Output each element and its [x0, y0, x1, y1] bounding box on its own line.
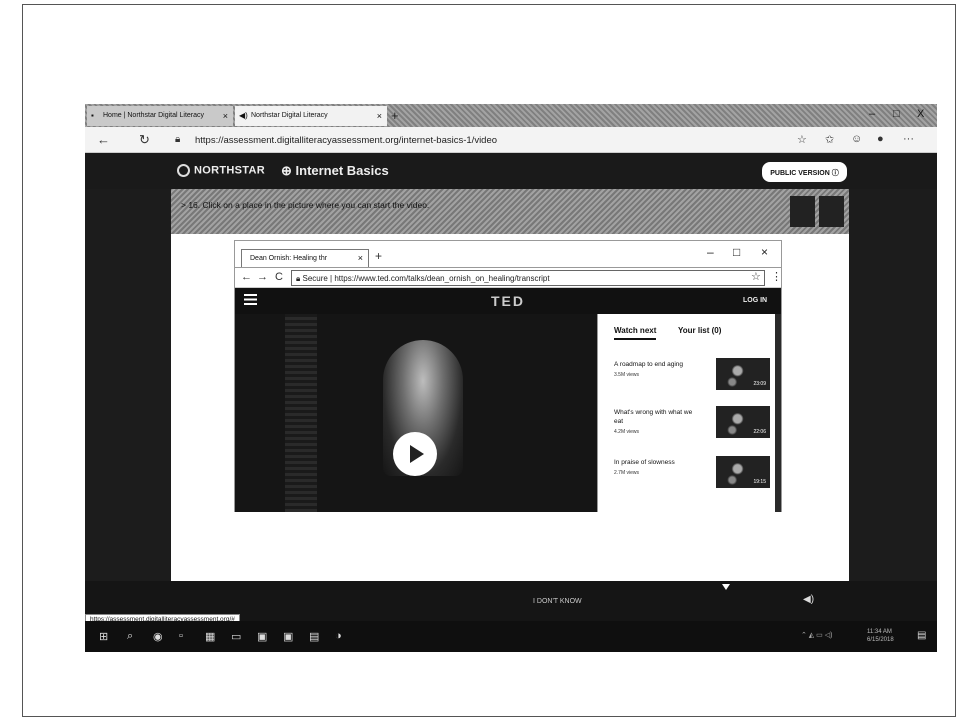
tab-watch-next[interactable]: Watch next: [614, 326, 657, 340]
play-button[interactable]: [393, 432, 437, 476]
watch-next-panel: Watch next Your list (0) A roadmap to en…: [597, 314, 775, 512]
toolbar-square-2[interactable]: [819, 196, 844, 227]
item-views: 3.5M views: [614, 372, 640, 378]
play-icon: [410, 445, 424, 463]
notification-icon[interactable]: ▤: [917, 630, 926, 641]
dont-know-button[interactable]: I DON'T KNOW: [533, 598, 582, 605]
refresh-icon[interactable]: C: [275, 271, 283, 283]
close-tab-icon[interactable]: ×: [358, 253, 363, 263]
item-title: In praise of slowness: [614, 459, 675, 466]
close-tab-icon[interactable]: ×: [223, 111, 228, 121]
task-view-icon[interactable]: ▫: [179, 630, 183, 642]
share-icon[interactable]: ☺: [851, 133, 862, 145]
close-button[interactable]: X: [917, 108, 924, 120]
info-icon: ⓘ: [831, 170, 839, 177]
caret-down-icon: [722, 584, 730, 590]
url-field[interactable]: https://assessment.digitalliteracyassess…: [195, 135, 497, 146]
tab-label: Northstar Digital Literacy: [251, 112, 328, 119]
clock: 11:34 AM 6/15/2018: [867, 629, 894, 643]
inner-url-field[interactable]: 🔒︎ Secure | https://www.ted.com/talks/de…: [291, 270, 765, 286]
minimize-button[interactable]: –: [869, 108, 875, 120]
video-player[interactable]: [235, 314, 597, 512]
inner-tab[interactable]: Dean Ornish: Healing thr ×: [241, 249, 369, 267]
ted-logo: TED: [491, 293, 525, 309]
login-link[interactable]: LOG IN: [743, 297, 767, 304]
inner-minimize-button[interactable]: –: [707, 245, 714, 259]
item-title: A roadmap to end aging: [614, 361, 684, 368]
item-duration: 23:09: [753, 381, 766, 387]
profile-icon[interactable]: ●: [877, 133, 884, 145]
question-text: > 16. Click on a place in the picture wh…: [181, 200, 430, 210]
favorites-bar-icon[interactable]: ✩: [825, 133, 834, 146]
toolbar-square-1[interactable]: [790, 196, 815, 227]
forward-icon[interactable]: →: [257, 271, 268, 283]
tab-home[interactable]: ▪ Home | Northstar Digital Literacy ×: [87, 106, 233, 126]
public-version-button[interactable]: PUBLIC VERSION ⓘ: [762, 162, 847, 182]
list-item[interactable]: A roadmap to end aging 3.5M views 23:09: [614, 358, 774, 398]
favorite-icon[interactable]: ☆: [797, 133, 807, 146]
volume-icon[interactable]: ◀): [803, 594, 814, 605]
app-icon[interactable]: ▣: [257, 630, 267, 643]
page-icon: ▪: [91, 111, 94, 120]
app-icon[interactable]: ◑: [335, 630, 342, 642]
address-bar: ← ↻ 🔒︎ https://assessment.digitalliterac…: [85, 127, 937, 153]
list-item[interactable]: What's wrong with what we eat 4.2M views …: [614, 406, 774, 446]
video-thumbnail[interactable]: 19:15: [716, 456, 770, 488]
ted-header: TED LOG IN: [235, 288, 781, 314]
menu-icon[interactable]: ⋮: [771, 270, 782, 283]
bookmark-star-icon[interactable]: ☆: [751, 270, 761, 283]
scrollbar[interactable]: [775, 314, 781, 512]
folder-icon[interactable]: ▭: [231, 630, 241, 643]
assessment-content: > 16. Click on a place in the picture wh…: [171, 189, 849, 581]
inner-tab-label: Dean Ornish: Healing thr: [250, 255, 328, 262]
tab-bar: ▪ Home | Northstar Digital Literacy × ◀)…: [85, 104, 937, 127]
module-title: ⊕ Internet Basics: [281, 163, 389, 178]
search-icon[interactable]: ⌕: [127, 630, 133, 643]
speaker-icon: ◀): [239, 111, 248, 120]
ted-page: TED LOG IN Watch next Your list (0) A ro…: [235, 288, 781, 512]
question-bar: > 16. Click on a place in the picture wh…: [171, 189, 849, 234]
back-icon[interactable]: ←: [241, 271, 252, 283]
close-tab-icon[interactable]: ×: [377, 111, 382, 121]
inner-close-button[interactable]: ×: [761, 245, 768, 259]
refresh-icon[interactable]: ↻: [139, 132, 150, 148]
item-views: 2.7M views: [614, 470, 640, 476]
lock-icon: 🔒︎: [175, 134, 181, 145]
app-icon[interactable]: ▤: [309, 630, 319, 643]
store-icon[interactable]: ▦: [205, 630, 215, 643]
taskbar: ⊞ ⌕ ◉ ▫ ▦ ▭ ▣ ▣ ▤ ◑ ⌃ ◭ ▭ ◁) 11:34 AM 6/…: [85, 621, 937, 652]
item-views: 4.2M views: [614, 429, 640, 435]
northstar-header: NORTHSTAR ⊕ Internet Basics PUBLIC VERSI…: [85, 153, 937, 189]
globe-icon: ⊕: [281, 163, 296, 178]
item-title: What's wrong with what we eat: [614, 409, 693, 425]
inner-new-tab-button[interactable]: +: [375, 249, 382, 263]
list-item[interactable]: In praise of slowness 2.7M views 19:15: [614, 456, 774, 496]
northstar-logo: NORTHSTAR: [177, 164, 265, 177]
back-icon[interactable]: ←: [97, 132, 110, 147]
inner-browser-window: Dean Ornish: Healing thr × + – □ × ← → C…: [234, 240, 782, 512]
video-background-strip: [285, 314, 317, 512]
item-duration: 19:15: [753, 479, 766, 485]
document-frame: ▪ Home | Northstar Digital Literacy × ◀)…: [22, 4, 956, 717]
more-icon[interactable]: ···: [903, 133, 914, 145]
maximize-button[interactable]: □: [893, 108, 900, 120]
tab-your-list[interactable]: Your list (0): [678, 326, 721, 335]
hamburger-menu-icon[interactable]: [244, 294, 257, 305]
inner-maximize-button[interactable]: □: [733, 245, 740, 259]
compass-icon: [177, 164, 190, 177]
item-duration: 22:06: [753, 429, 766, 435]
new-tab-button[interactable]: +: [391, 108, 399, 123]
system-tray-icons[interactable]: ⌃ ◭ ▭ ◁): [801, 631, 832, 639]
browser-window: ▪ Home | Northstar Digital Literacy × ◀)…: [85, 104, 937, 652]
video-thumbnail[interactable]: 23:09: [716, 358, 770, 390]
inner-address-bar: ← → C 🔒︎ Secure | https://www.ted.com/ta…: [235, 267, 782, 288]
video-thumbnail[interactable]: 22:06: [716, 406, 770, 438]
tab-label: Home | Northstar Digital Literacy: [103, 112, 205, 119]
app-icon[interactable]: ▣: [283, 630, 293, 643]
tab-northstar[interactable]: ◀) Northstar Digital Literacy ×: [235, 106, 387, 126]
windows-start-icon[interactable]: ⊞: [99, 630, 108, 643]
cortana-icon[interactable]: ◉: [153, 630, 163, 643]
